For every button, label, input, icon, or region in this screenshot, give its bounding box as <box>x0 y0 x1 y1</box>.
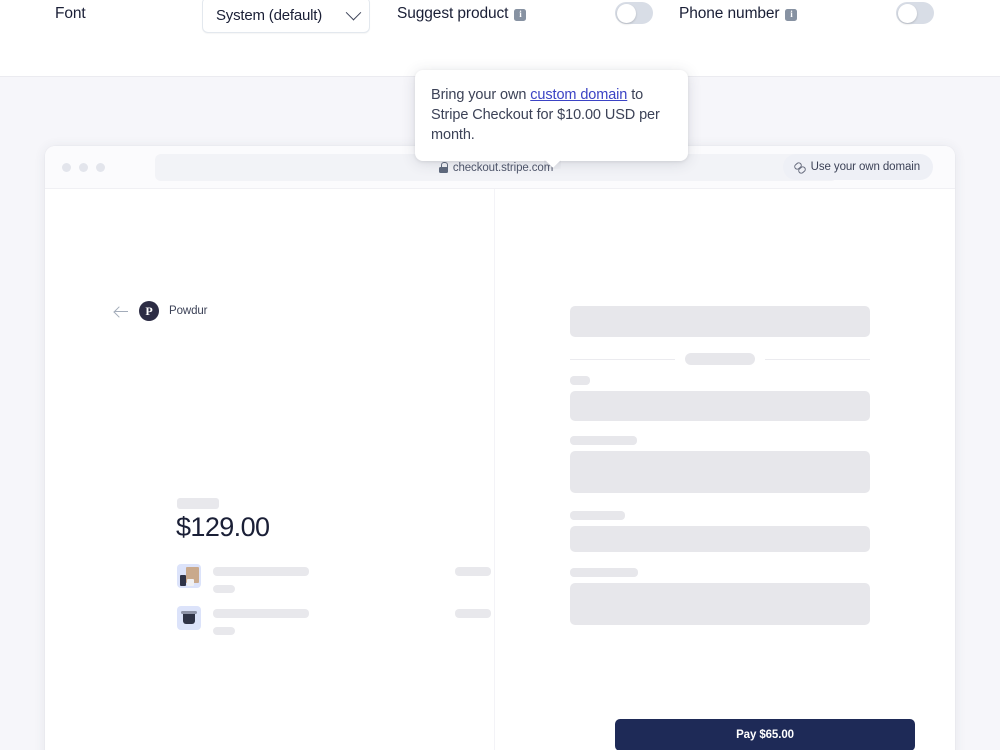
back-arrow-icon[interactable] <box>115 305 129 317</box>
font-setting-label: Font <box>55 5 86 22</box>
suggest-product-toggle[interactable] <box>615 2 653 24</box>
settings-bar: Font System (default) Suggest product Ph… <box>0 0 1000 77</box>
window-controls <box>62 163 105 172</box>
line-item-price-skeleton <box>455 609 491 618</box>
use-your-own-domain-label: Use your own domain <box>810 161 920 173</box>
divider-line-left <box>570 358 675 360</box>
url-text: checkout.stripe.com <box>452 161 554 174</box>
merchant-logo: P <box>139 301 159 321</box>
maximize-dot-icon <box>96 163 105 172</box>
tooltip-text-before: Bring your own <box>431 87 531 103</box>
phone-number-label: Phone number <box>679 5 798 23</box>
font-select-dropdown[interactable]: System (default) <box>202 0 370 33</box>
divider-label-skeleton <box>685 353 755 365</box>
line-item-title-skeleton <box>213 609 309 618</box>
suggest-product-text: Suggest product <box>397 5 509 22</box>
line-item-subtitle-skeleton <box>213 585 235 593</box>
minimize-dot-icon <box>79 163 88 172</box>
amount-label-skeleton <box>177 498 219 509</box>
chevron-down-icon <box>345 4 362 20</box>
pay-button-label: Pay $65.00 <box>736 729 794 741</box>
merchant-name: Powdur <box>169 305 208 317</box>
info-icon[interactable] <box>514 8 527 21</box>
suggest-product-label: Suggest product <box>397 5 527 23</box>
or-divider <box>570 353 870 365</box>
payment-form-panel <box>495 189 955 750</box>
browser-preview-window: checkout.stripe.com Use your own domain … <box>45 146 955 750</box>
line-item <box>177 606 491 638</box>
product-thumbnail-box-icon <box>177 564 201 588</box>
phone-number-toggle[interactable] <box>896 2 934 24</box>
use-your-own-domain-button[interactable]: Use your own domain <box>782 154 933 180</box>
email-label-skeleton <box>570 376 590 385</box>
order-summary-panel: P Powdur $129.00 <box>45 189 495 750</box>
phone-number-text: Phone number <box>679 5 780 22</box>
tooltip-text: Bring your own custom domain to Stripe C… <box>431 85 670 145</box>
custom-domain-tooltip: Bring your own custom domain to Stripe C… <box>415 70 688 161</box>
font-select-value: System (default) <box>216 6 323 24</box>
link-icon <box>794 162 805 173</box>
express-checkout-skeleton <box>570 306 870 337</box>
card-label-skeleton <box>570 436 637 445</box>
merchant-header: P Powdur <box>115 301 208 321</box>
product-thumbnail-jar-icon <box>177 606 201 630</box>
line-item-subtitle-skeleton <box>213 627 235 635</box>
address-field-skeleton[interactable] <box>570 583 870 625</box>
lock-icon <box>438 162 448 173</box>
card-field-skeleton[interactable] <box>570 451 870 493</box>
tooltip-arrow <box>544 160 561 169</box>
info-icon[interactable] <box>785 8 798 21</box>
name-label-skeleton <box>570 511 625 520</box>
divider-line-right <box>765 358 870 360</box>
name-field-skeleton[interactable] <box>570 526 870 552</box>
checkout-preview: P Powdur $129.00 <box>45 189 955 750</box>
order-total-amount: $129.00 <box>176 512 270 542</box>
close-dot-icon <box>62 163 71 172</box>
custom-domain-link[interactable]: custom domain <box>530 87 627 103</box>
line-item-price-skeleton <box>455 567 491 576</box>
email-field-skeleton[interactable] <box>570 391 870 421</box>
line-item <box>177 564 491 596</box>
line-item-title-skeleton <box>213 567 309 576</box>
app-screen: Font System (default) Suggest product Ph… <box>0 0 1000 750</box>
address-label-skeleton <box>570 568 638 577</box>
pay-button[interactable]: Pay $65.00 <box>615 719 915 750</box>
